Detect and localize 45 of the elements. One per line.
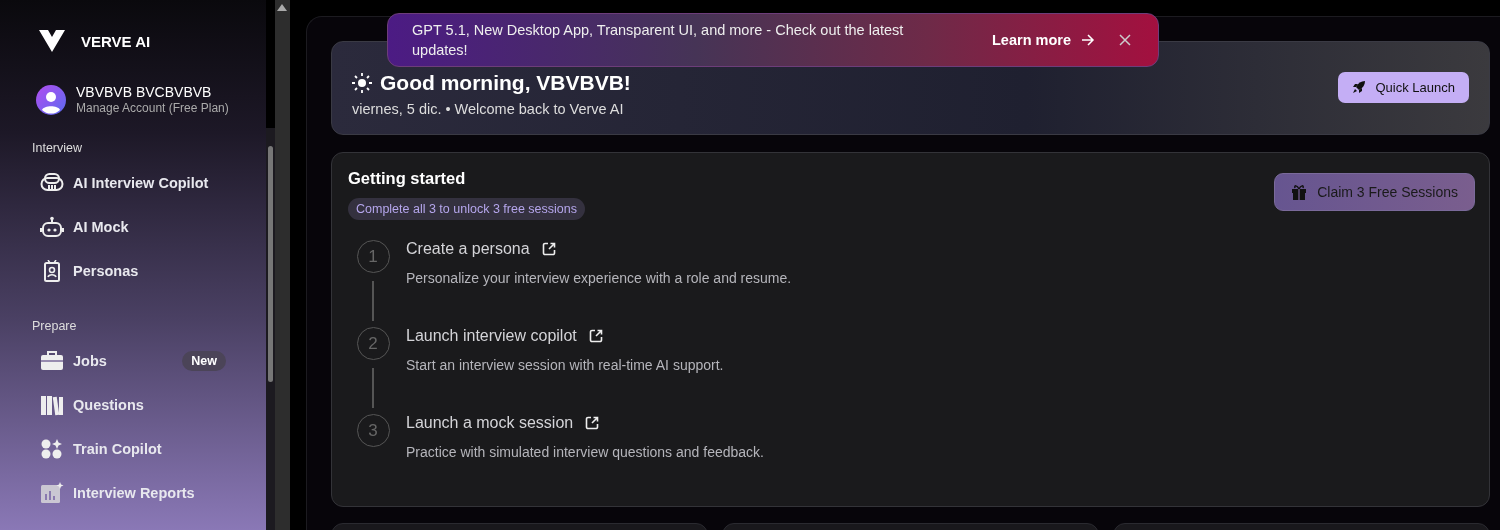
section-title: Interview <box>32 141 84 155</box>
step-title[interactable]: Create a persona <box>406 240 530 258</box>
gift-icon <box>1291 184 1308 200</box>
nav-item[interactable]: Train Copilot <box>0 427 226 471</box>
greeting-title: Good morning, VBVBVB! <box>380 71 631 95</box>
step-title[interactable]: Launch a mock session <box>406 414 574 432</box>
greeting-subtitle: viernes, 5 dic. • Welcome back to Verve AI <box>352 101 625 117</box>
external-link-icon[interactable] <box>541 242 556 256</box>
briefcase-icon <box>40 350 64 372</box>
step-description: Practice with simulated interview questions and feedback. <box>406 444 764 460</box>
nav-item[interactable]: Interview Reports <box>0 471 226 515</box>
robot-icon <box>40 216 64 238</box>
nav-item[interactable]: Questions <box>0 383 226 427</box>
progress-hint: Complete all 3 to unlock 3 free sessions <box>348 198 585 220</box>
rocket-icon <box>1351 80 1366 94</box>
account-name: VBVBVB BVCBVBVB <box>76 84 213 100</box>
scrollbar[interactable] <box>275 0 290 530</box>
account-button[interactable]: VBVBVB BVCBVBVB Manage Account (Free Plan) <box>36 84 266 115</box>
logo-icon <box>39 30 65 52</box>
close-icon[interactable] <box>1119 34 1131 46</box>
learn-more-link[interactable]: Learn more <box>992 32 1095 48</box>
section-title: Prepare <box>32 319 78 333</box>
new-badge: New <box>182 351 226 371</box>
announcement-text: GPT 5.1, New Desktop App, Transparent UI, and more - Check out the latest updates! <box>412 21 905 60</box>
books-icon <box>40 394 64 416</box>
shapes-icon <box>40 438 64 460</box>
quick-launch-button[interactable]: Quick Launch <box>1337 71 1469 103</box>
headset-icon <box>40 172 64 194</box>
step-description: Start an interview session with real-time AI support. <box>406 357 724 373</box>
step-title[interactable]: Launch interview copilot <box>406 327 577 345</box>
external-link-icon[interactable] <box>588 329 603 343</box>
step-description: Personalize your interview experience with a role and resume. <box>406 270 792 286</box>
card-title: Getting started <box>348 169 467 188</box>
external-link-icon[interactable] <box>585 416 600 430</box>
account-plan: Manage Account (Free Plan) <box>76 101 229 115</box>
scrollbar[interactable] <box>266 128 275 530</box>
avatar-icon <box>36 84 66 115</box>
nav-item[interactable]: AI Interview Copilot <box>0 161 226 205</box>
nav-item[interactable]: Personas <box>0 249 226 293</box>
chart-icon <box>40 482 64 504</box>
arrow-right-icon <box>1081 34 1095 46</box>
nav-item[interactable]: AI Mock <box>0 205 226 249</box>
nav-item[interactable]: Jobs New <box>0 339 226 383</box>
sun-icon <box>352 73 372 93</box>
brand-name: VERVE AI <box>81 32 151 50</box>
